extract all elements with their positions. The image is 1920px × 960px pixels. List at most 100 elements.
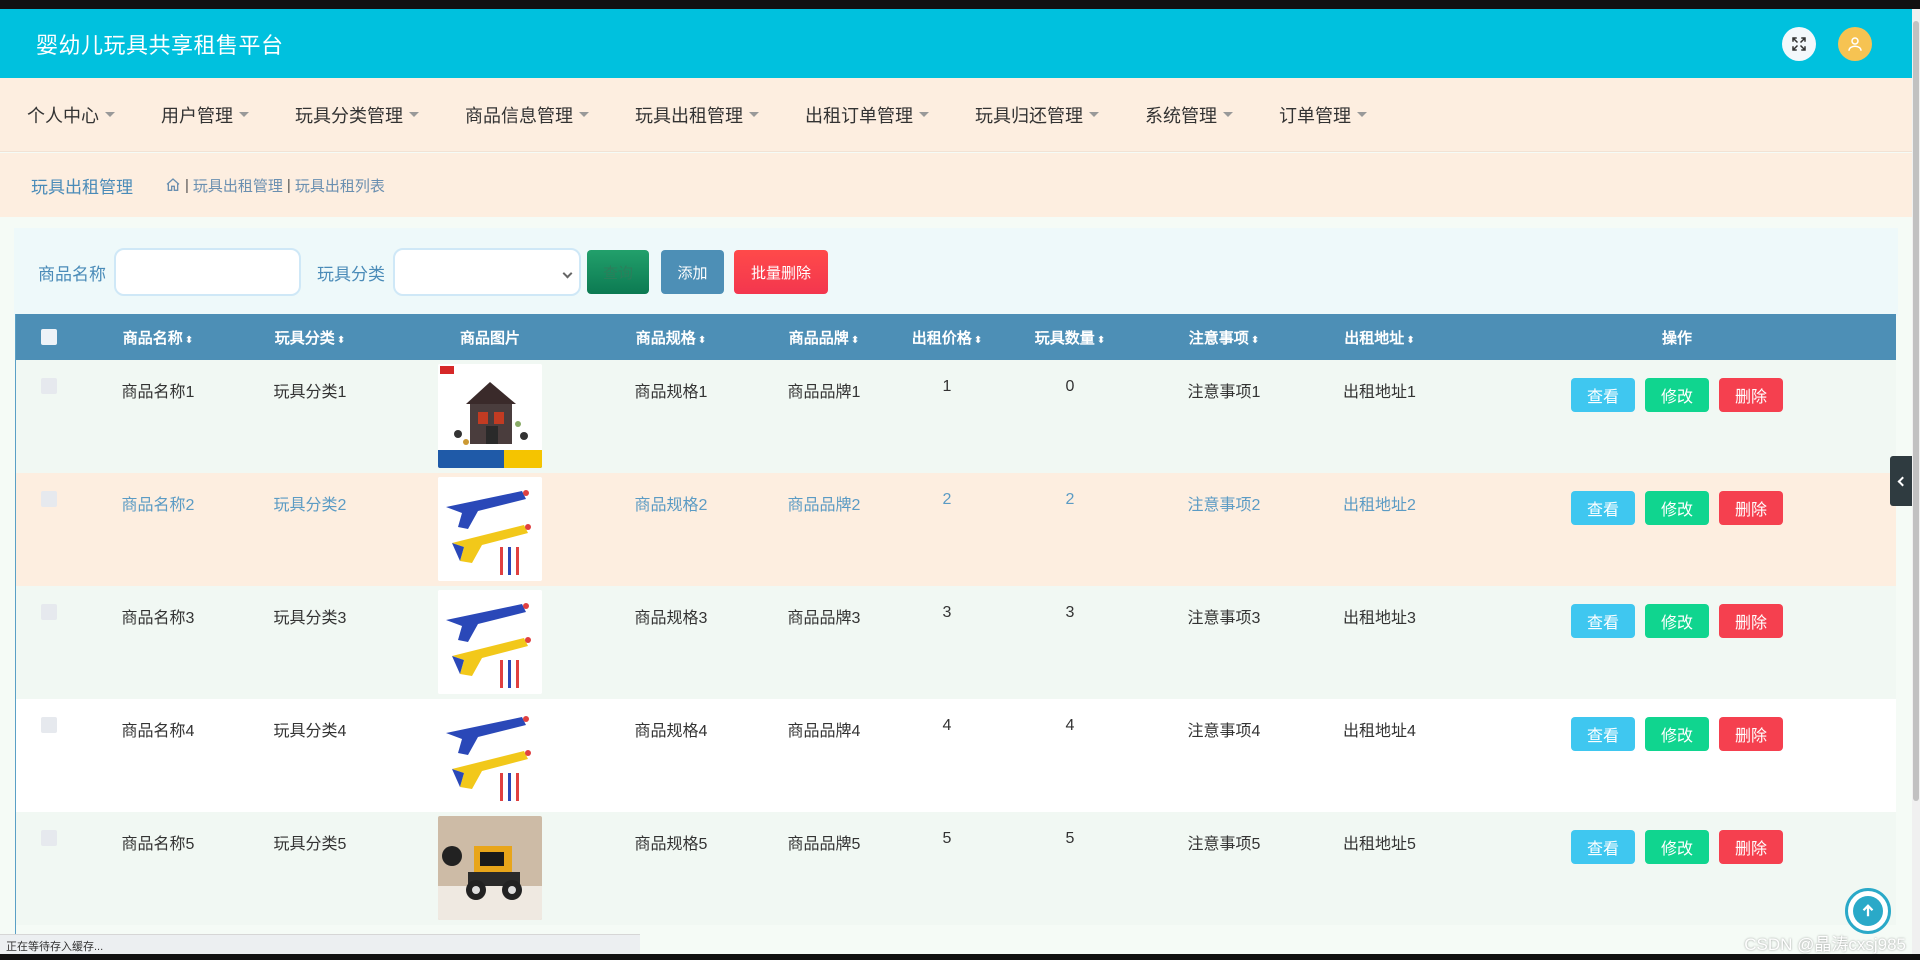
toy-category-label: 玩具分类 (317, 264, 385, 284)
col-header-actions: 操作 (1661, 329, 1692, 347)
delete-button[interactable]: 删除 (1719, 491, 1783, 525)
nav-item-orders[interactable]: 订单管理 (1279, 102, 1367, 128)
edit-button[interactable]: 修改 (1645, 378, 1709, 412)
col-header-brand[interactable]: 商品品牌 ⬍ (748, 314, 900, 360)
table-row: 商品名称4 玩具分类4 商品规格4 商品品牌4 4 4 注意事项4 出租地址4 … (16, 699, 1896, 812)
delete-button[interactable]: 删除 (1719, 604, 1783, 638)
cell-brand: 商品品牌1 (787, 384, 861, 401)
row-actions: 查看 修改 删除 (1457, 717, 1896, 751)
back-to-top-button[interactable] (1845, 888, 1891, 934)
cell-spec: 商品规格2 (634, 497, 708, 514)
cell-notes: 注意事项5 (1187, 836, 1261, 853)
cell-image (386, 812, 594, 925)
sort-icon: ⬍ (1250, 334, 1260, 346)
side-drawer-toggle[interactable] (1890, 456, 1912, 506)
batch-delete-button[interactable]: 批量删除 (734, 250, 828, 294)
delete-button[interactable]: 删除 (1719, 378, 1783, 412)
cell-name: 商品名称5 (121, 836, 195, 853)
breadcrumb-band: 玩具出租管理 | 玩具出租管理 | 玩具出租列表 (0, 153, 1912, 217)
toy-category-select[interactable] (393, 248, 581, 296)
cell-spec: 商品规格1 (634, 384, 708, 401)
product-thumbnail-toy-guns[interactable] (438, 590, 542, 694)
product-thumbnail-toy-truck[interactable] (438, 816, 542, 920)
cell-brand: 商品品牌5 (787, 836, 861, 853)
row-checkbox[interactable] (41, 491, 57, 507)
cell-notes: 注意事项3 (1187, 610, 1261, 627)
cell-actions: 查看 修改 删除 (1457, 360, 1896, 473)
sort-icon: ⬍ (850, 334, 860, 346)
cell-actions: 查看 修改 删除 (1457, 586, 1896, 699)
breadcrumb: | 玩具出租管理 | 玩具出租列表 (165, 175, 385, 196)
sort-icon: ⬍ (973, 334, 983, 346)
cell-actions: 查看 修改 删除 (1457, 473, 1896, 586)
cell-quantity: 2 (1065, 491, 1075, 508)
nav-item-personal-center[interactable]: 个人中心 (27, 102, 115, 128)
home-icon[interactable] (165, 177, 181, 193)
row-actions: 查看 修改 删除 (1457, 491, 1896, 525)
nav-item-user-management[interactable]: 用户管理 (161, 102, 249, 128)
cell-brand: 商品品牌3 (787, 610, 861, 627)
table-row: 商品名称5 玩具分类5 商品规格5 商品品牌5 5 5 注意事项5 出租地址5 … (16, 812, 1896, 925)
scrollbar-thumb[interactable] (1913, 21, 1919, 801)
nav-item-rental-orders[interactable]: 出租订单管理 (805, 102, 929, 128)
product-thumbnail-toy-guns[interactable] (438, 477, 542, 581)
delete-button[interactable]: 删除 (1719, 830, 1783, 864)
rental-table: 商品名称 ⬍ 玩具分类 ⬍ 商品图片 商品规格 ⬍ 商品品牌 ⬍ 出租价格 ⬍ 玩具数量 ⬍… (16, 314, 1896, 925)
page-scrollbar[interactable] (1912, 9, 1920, 954)
select-all-checkbox[interactable] (41, 329, 57, 345)
row-checkbox[interactable] (41, 378, 57, 394)
product-thumbnail-toy-guns[interactable] (438, 703, 542, 807)
nav-item-system[interactable]: 系统管理 (1145, 102, 1233, 128)
cell-price: 3 (942, 604, 952, 621)
cell-address: 出租地址1 (1343, 384, 1416, 401)
col-header-price[interactable]: 出租价格 ⬍ (900, 314, 994, 360)
nav-item-toy-category[interactable]: 玩具分类管理 (295, 102, 419, 128)
cell-quantity: 3 (1065, 604, 1075, 621)
col-header-quantity[interactable]: 玩具数量 ⬍ (994, 314, 1146, 360)
col-header-category[interactable]: 玩具分类 ⬍ (234, 314, 386, 360)
view-button[interactable]: 查看 (1571, 378, 1635, 412)
product-thumbnail-lego-temple[interactable] (438, 364, 542, 468)
add-button[interactable]: 添加 (661, 250, 724, 294)
row-checkbox[interactable] (41, 830, 57, 846)
col-header-spec[interactable]: 商品规格 ⬍ (594, 314, 748, 360)
nav-item-toy-return[interactable]: 玩具归还管理 (975, 102, 1099, 128)
col-header-name[interactable]: 商品名称 ⬍ (82, 314, 234, 360)
row-select-cell (16, 360, 82, 473)
fullscreen-icon[interactable] (1782, 26, 1816, 61)
user-avatar-icon[interactable] (1838, 26, 1872, 61)
cell-image (386, 360, 594, 473)
view-button[interactable]: 查看 (1571, 491, 1635, 525)
edit-button[interactable]: 修改 (1645, 604, 1709, 638)
cell-notes: 注意事项2 (1187, 497, 1261, 514)
breadcrumb-item-rental-management[interactable]: 玩具出租管理 (193, 175, 283, 196)
col-header-address[interactable]: 出租地址 ⬍ (1302, 314, 1457, 360)
chevron-down-icon (562, 268, 573, 279)
breadcrumb-item-rental-list: 玩具出租列表 (294, 177, 385, 195)
cell-address: 出租地址2 (1343, 497, 1416, 514)
view-button[interactable]: 查看 (1571, 830, 1635, 864)
edit-button[interactable]: 修改 (1645, 717, 1709, 751)
product-name-input[interactable] (114, 248, 301, 296)
col-header-notes[interactable]: 注意事项 ⬍ (1146, 314, 1302, 360)
row-checkbox[interactable] (41, 717, 57, 733)
cell-image (386, 473, 594, 586)
cell-price: 4 (942, 717, 952, 734)
edit-button[interactable]: 修改 (1645, 491, 1709, 525)
cell-notes: 注意事项1 (1187, 384, 1261, 401)
view-button[interactable]: 查看 (1571, 604, 1635, 638)
nav-item-product-info[interactable]: 商品信息管理 (465, 102, 589, 128)
view-button[interactable]: 查看 (1571, 717, 1635, 751)
edit-button[interactable]: 修改 (1645, 830, 1709, 864)
breadcrumb-separator: | (185, 176, 189, 194)
breadcrumb-separator: | (286, 176, 291, 194)
app-header: 婴幼儿玩具共享租售平台 (0, 9, 1912, 78)
cell-category: 玩具分类5 (273, 836, 347, 853)
row-checkbox[interactable] (41, 604, 57, 620)
search-button[interactable]: 查询 (587, 250, 649, 294)
delete-button[interactable]: 删除 (1719, 717, 1783, 751)
caret-down-icon (1223, 112, 1233, 117)
sort-icon: ⬍ (336, 334, 346, 346)
browser-bottom-strip (0, 954, 1920, 960)
nav-item-toy-rental[interactable]: 玩具出租管理 (635, 102, 759, 128)
